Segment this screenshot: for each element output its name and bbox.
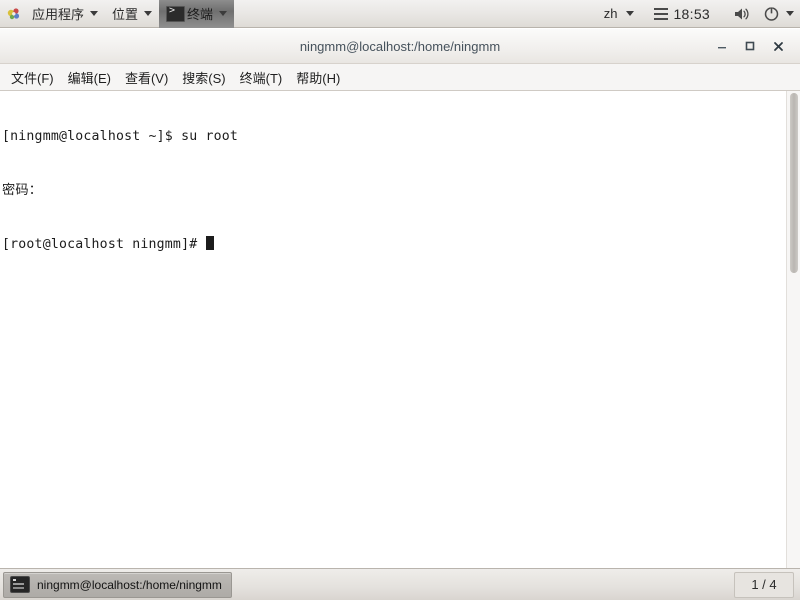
menu-places[interactable]: 位置 xyxy=(105,0,159,28)
chevron-down-icon xyxy=(626,11,635,16)
menu-applications[interactable]: 应用程序 xyxy=(25,0,105,28)
workspace-switcher[interactable]: 1 / 4 xyxy=(734,571,794,598)
maximize-button[interactable] xyxy=(736,32,764,60)
menu-places-label: 位置 xyxy=(112,7,139,22)
menu-help[interactable]: 帮助(H) xyxy=(289,66,347,89)
clock-applet[interactable]: 18:53 xyxy=(641,0,717,28)
terminal-text: [ningmm@localhost ~]$ su root 密码： [root@… xyxy=(2,92,238,290)
top-panel-status-area: zh 18:53 xyxy=(594,0,800,28)
window-titlebar[interactable]: ningmm@localhost:/home/ningmm xyxy=(0,29,800,64)
chevron-down-icon[interactable] xyxy=(786,11,794,16)
terminal-line: [ningmm@localhost ~]$ su root xyxy=(2,129,239,144)
chevron-down-icon xyxy=(90,11,99,16)
terminal-line: [root@localhost ningmm]# xyxy=(2,236,238,254)
window-list-item-terminal[interactable]: 终端 xyxy=(159,0,235,28)
input-method-indicator[interactable]: zh xyxy=(594,0,642,28)
menu-terminal[interactable]: 终端(T) xyxy=(233,66,290,89)
clock-label: 18:53 xyxy=(673,5,710,22)
top-panel-left-group: 应用程序 位置 终端 xyxy=(0,0,235,28)
menu-file[interactable]: 文件(F) xyxy=(4,66,61,89)
bottom-panel: ningmm@localhost:/home/ningmm 1 / 4 xyxy=(0,568,800,600)
chevron-down-icon xyxy=(219,11,228,16)
volume-speaker-icon[interactable] xyxy=(733,6,751,22)
terminal-window: ningmm@localhost:/home/ningmm 文件(F) 编辑(E… xyxy=(0,29,800,568)
top-panel: 应用程序 位置 终端 zh 18:53 xyxy=(0,0,800,28)
close-button[interactable] xyxy=(764,32,792,60)
taskbar-item-terminal-label: ningmm@localhost:/home/ningmm xyxy=(37,577,222,592)
minimize-button[interactable] xyxy=(708,32,736,60)
terminal-prompt: [root@localhost ningmm]# xyxy=(2,237,206,252)
terminal-output-area[interactable]: [ningmm@localhost ~]$ su root 密码： [root@… xyxy=(0,91,800,568)
terminal-scrollbar[interactable] xyxy=(786,91,800,568)
menu-view[interactable]: 查看(V) xyxy=(118,66,175,89)
window-title: ningmm@localhost:/home/ningmm xyxy=(299,38,501,54)
desktop-screen: 应用程序 位置 终端 zh 18:53 xyxy=(0,0,800,600)
chevron-down-icon xyxy=(144,11,153,16)
menu-edit[interactable]: 编辑(E) xyxy=(61,66,118,89)
menu-applications-label: 应用程序 xyxy=(32,7,85,22)
terminal-cursor xyxy=(205,236,214,250)
terminal-window-icon xyxy=(166,5,186,22)
taskbar-item-terminal[interactable]: ningmm@localhost:/home/ningmm xyxy=(3,571,232,598)
distro-logo-icon xyxy=(5,5,23,23)
menu-search[interactable]: 搜索(S) xyxy=(175,66,232,89)
input-method-label: zh xyxy=(603,6,618,21)
window-controls xyxy=(708,29,792,63)
power-button-icon[interactable] xyxy=(763,5,780,22)
terminal-scrollbar-thumb[interactable] xyxy=(790,93,798,273)
workspace-indicator-label: 1 / 4 xyxy=(751,577,777,592)
terminal-menubar: 文件(F) 编辑(E) 查看(V) 搜索(S) 终端(T) 帮助(H) xyxy=(0,64,800,91)
terminal-line: 密码： xyxy=(2,183,43,198)
window-list-item-terminal-label: 终端 xyxy=(187,7,214,22)
hamburger-calendar-icon xyxy=(654,7,669,20)
terminal-window-icon xyxy=(10,576,30,593)
